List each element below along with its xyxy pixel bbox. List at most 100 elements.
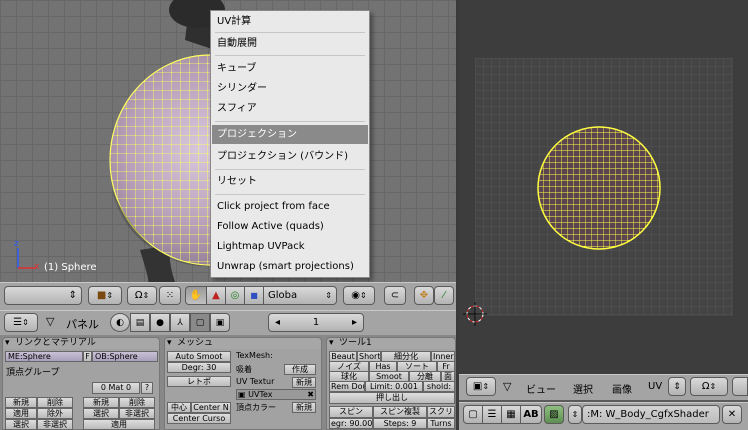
limit-field[interactable]: Limit: 0.001 [365, 381, 423, 392]
auto-smooth-button[interactable]: Auto Smoot [167, 351, 231, 362]
mode-dropdown[interactable]: ⇕ [4, 286, 82, 305]
box-icon: ▢ [468, 409, 478, 420]
grab-tool-button[interactable]: ✋ [185, 286, 207, 305]
material-select-button[interactable]: 選択 [83, 408, 119, 419]
menu-item-sphere[interactable]: スフィア [212, 99, 368, 118]
proportional-edit-button[interactable]: ⊂ [384, 286, 406, 305]
menu-item-uv-calc[interactable]: UV計算 [212, 12, 368, 31]
vgroup-deselect-button[interactable]: 非選択 [37, 419, 73, 430]
material-delete-button[interactable]: 削除 [119, 397, 155, 408]
menu-view[interactable]: ビュー [526, 381, 556, 396]
details-view-button[interactable]: ☰ [482, 405, 502, 424]
material-index-field[interactable]: 0 Mat 0 [92, 382, 140, 394]
menu-item-reset[interactable]: リセット [212, 172, 368, 191]
shading-context-button[interactable]: ● [150, 313, 170, 332]
menu-item-auto-unwrap[interactable]: 自動展開 [212, 34, 368, 53]
material-assign-button[interactable]: 適用 [83, 419, 155, 430]
screw-button[interactable]: スクリ [427, 406, 455, 418]
vgroup-assign-button[interactable]: 適用 [5, 408, 37, 419]
snap-icon: ✥ [419, 290, 429, 301]
spin-button[interactable]: スピン [329, 406, 373, 418]
logic-context-button[interactable]: ◐ [110, 313, 130, 332]
material-name-field[interactable]: :M: W_Body_CgfxShader [582, 405, 720, 424]
scale-tool-button[interactable]: ◎ [225, 286, 245, 305]
menu-item-unwrap-smart[interactable]: Unwrap (smart projections) [212, 257, 368, 276]
retopo-button[interactable]: レトポ [167, 376, 231, 387]
spin-steps-field[interactable]: Steps: 9 [373, 418, 427, 429]
close-icon: ✖ [307, 390, 314, 399]
select-mode-button[interactable]: ⁙ [159, 286, 181, 305]
menu-item-lightmap-uvpack[interactable]: Lightmap UVPack [212, 237, 368, 256]
screw-turns-field[interactable]: Turns [427, 418, 455, 429]
frame-number-field[interactable]: ◂ 1 ▸ [268, 313, 364, 332]
remove-doubles-button[interactable]: Rem Dou [329, 381, 365, 392]
updown-arrows-icon: ⇕ [482, 382, 490, 391]
mesh-panel-header[interactable]: メッシュ [164, 337, 322, 349]
vgroup-delete-button[interactable]: 削除 [37, 397, 73, 408]
menu-item-cylinder[interactable]: シリンダー [212, 79, 368, 98]
draw-type-icon: Ω [701, 381, 710, 392]
link-materials-panel-header[interactable]: リンクとマテリアル [2, 337, 160, 349]
pivot-button[interactable]: ◉ ⇕ [343, 286, 375, 305]
vgroup-new-button[interactable]: 新規 [5, 397, 37, 408]
uv-more-button[interactable] [732, 377, 748, 396]
editing-context-button[interactable]: ▢ [190, 313, 210, 332]
uv-texture-slot[interactable]: ▣ UVTex ✖ [236, 389, 316, 400]
vgroup-select-button[interactable]: 選択 [5, 419, 37, 430]
material-new-button[interactable]: 新規 [83, 397, 119, 408]
menu-image[interactable]: 画像 [612, 381, 632, 396]
scene-context-button[interactable]: ▣ [210, 313, 230, 332]
menu-select[interactable]: 選択 [573, 381, 593, 396]
menu-item-click-project[interactable]: Click project from face [212, 197, 368, 216]
spin-degree-field[interactable]: egr: 90.00 [329, 418, 373, 429]
menu-item-projection-bounds[interactable]: プロジェクション (バウンド) [212, 147, 368, 166]
fake-user-button[interactable]: F [83, 351, 92, 362]
material-deselect-button[interactable]: 非選択 [119, 408, 155, 419]
center-button[interactable]: 中心 [167, 402, 191, 413]
uv-sphere-projection [463, 126, 661, 326]
vertex-color-new-button[interactable]: 新規 [292, 402, 316, 413]
extrude-button[interactable]: 押し出し [329, 392, 455, 404]
menu-item-cube[interactable]: キューブ [212, 59, 368, 78]
updown-arrows-icon: ⇕ [571, 410, 579, 419]
center-cursor-button[interactable]: Center Curso [167, 413, 231, 424]
orientation-dropdown[interactable]: Globa ⇕ [263, 286, 337, 305]
uv-draw-type-button[interactable]: Ω ⇕ [690, 377, 728, 396]
sculpt-button[interactable]: ⁄ [434, 286, 454, 305]
grid-view-button[interactable]: ▦ [501, 405, 521, 424]
ab-button[interactable]: AB [520, 405, 542, 424]
rotate-tool-button[interactable]: ▲ [206, 286, 226, 305]
uv-image-editor[interactable] [459, 0, 748, 400]
draw-type-button[interactable]: Ω ⇕ [127, 286, 157, 305]
mesh-name-field[interactable]: ME:Sphere [5, 351, 83, 362]
uv-updown-button[interactable]: ⇕ [668, 377, 686, 396]
window-type-button[interactable]: ☰ ⇕ [4, 313, 38, 332]
object-mode-button[interactable]: ■ ⇕ [88, 286, 122, 305]
threshold-field[interactable]: shold: [423, 381, 455, 392]
uv-unwrap-menu[interactable]: UV計算 自動展開 キューブ シリンダー スフィア プロジェクション プロジェク… [210, 10, 370, 278]
object-name-field[interactable]: OB:Sphere [92, 351, 158, 362]
object-context-button[interactable]: ⅄ [170, 313, 190, 332]
sticky-make-button[interactable]: 作成 [284, 364, 316, 375]
degree-field[interactable]: Degr: 30 [167, 362, 231, 373]
texmesh-label: TexMesh: [236, 351, 273, 360]
center-new-button[interactable]: Center N [191, 402, 231, 413]
snap-button[interactable]: ✥ [414, 286, 434, 305]
spin-dup-button[interactable]: スピン複製 [373, 406, 427, 418]
vgroup-remove-button[interactable]: 除外 [37, 408, 73, 419]
material-updown-button[interactable]: ⇕ [568, 405, 582, 424]
uv-window-type-button[interactable]: ▣ ⇕ [466, 377, 496, 396]
manipulator-button[interactable]: ■ [244, 286, 264, 305]
script-context-button[interactable]: ▤ [130, 313, 150, 332]
uv-texture-new-button[interactable]: 新規 [292, 377, 316, 388]
list-view-button[interactable]: ▢ [463, 405, 483, 424]
material-help-button[interactable]: ? [141, 382, 153, 394]
menu-item-projection[interactable]: プロジェクション [212, 125, 368, 144]
menu-uvs[interactable]: UV [648, 381, 662, 392]
menu-item-follow-active[interactable]: Follow Active (quads) [212, 217, 368, 236]
tools-panel-header[interactable]: ツール1 [326, 337, 456, 349]
unlink-button[interactable]: ✕ [722, 405, 742, 424]
collapse-arrow-icon[interactable]: ▽ [46, 315, 54, 328]
collapse-arrow-icon[interactable]: ▽ [503, 380, 511, 393]
material-browse-button[interactable]: ▨ [544, 405, 564, 424]
